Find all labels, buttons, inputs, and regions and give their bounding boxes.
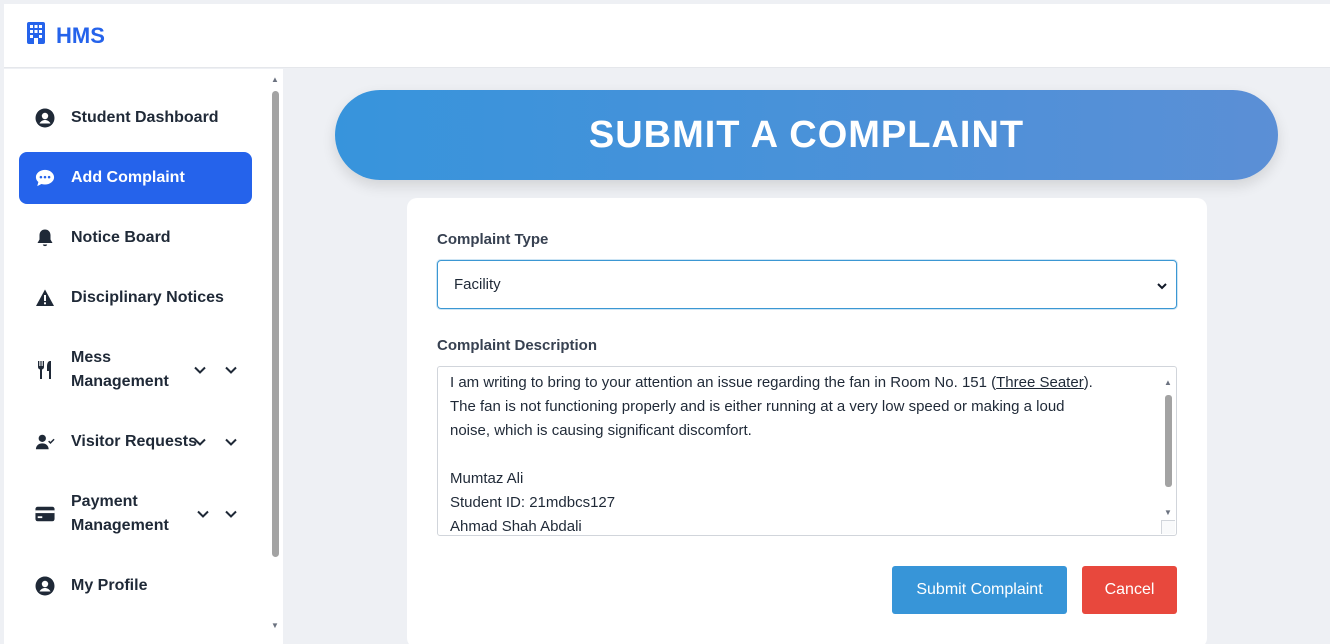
scroll-up-arrow[interactable]: ▲ [270,75,280,84]
page-title: SUBMIT A COMPLAINT [335,90,1278,180]
description-line: Ahmad Shah Abdali [450,518,582,535]
submit-complaint-button[interactable]: Submit Complaint [892,566,1067,614]
scroll-down-arrow[interactable]: ▼ [270,621,280,630]
complaint-description-label: Complaint Description [437,337,598,354]
complaint-type-select[interactable]: Facility [437,260,1177,309]
sidebar-item-my-profile[interactable]: My Profile [19,561,252,611]
chevron-down-icon[interactable] [193,363,207,377]
warning-triangle-icon [34,287,56,309]
description-line: Mumtaz Ali [450,470,524,487]
complaint-form: Complaint Type Facility Complaint Descri… [407,198,1207,644]
sidebar-item-visitor-requests[interactable]: Visitor Requests [19,417,252,467]
chevron-down-icon[interactable] [193,435,207,449]
description-line [450,443,1164,467]
sidebar: Student Dashboard Add Complaint Notice B… [4,69,283,644]
chevron-down-icon [1156,279,1168,291]
complaint-type-value: Facility [454,276,501,293]
description-line: I am writing to bring to your attention … [450,374,1093,391]
sidebar-item-add-complaint[interactable]: Add Complaint [19,152,252,204]
chevron-down-icon[interactable] [224,507,238,521]
credit-card-icon [34,503,56,525]
utensils-icon [34,359,56,381]
chevron-down-icon[interactable] [224,363,238,377]
sidebar-item-label: Notice Board [71,229,171,246]
user-circle-icon [34,107,56,129]
textarea-scroll-up[interactable]: ▲ [1163,371,1173,395]
brand[interactable]: HMS [26,21,105,51]
sidebar-item-disciplinary-notices[interactable]: Disciplinary Notices [19,273,252,323]
chevron-down-icon[interactable] [196,507,210,521]
user-check-icon [34,431,56,453]
sidebar-scrollbar[interactable] [272,91,279,557]
description-line: The fan is not functioning properly and … [450,398,1065,415]
sidebar-item-label: Mess Management [71,349,169,390]
bell-icon [34,227,56,249]
description-line: noise, which is causing significant disc… [450,422,752,439]
chevron-down-icon[interactable] [224,435,238,449]
sidebar-item-payment-management[interactable]: Payment Management [19,489,252,539]
complaint-type-label: Complaint Type [437,231,549,248]
description-line: Student ID: 21mdbcs127 [450,494,616,511]
textarea-scrollbar[interactable] [1165,395,1172,487]
cancel-button[interactable]: Cancel [1082,566,1177,614]
sidebar-item-notice-board[interactable]: Notice Board [19,213,252,263]
main-content: SUBMIT A COMPLAINT Complaint Type Facili… [283,69,1330,644]
sidebar-item-label: Add Complaint [71,169,185,186]
sidebar-item-label: Disciplinary Notices [71,289,224,306]
sidebar-item-student-dashboard[interactable]: Student Dashboard [19,93,252,143]
complaint-description-textarea[interactable]: I am writing to bring to your attention … [437,366,1177,536]
sidebar-item-label: Payment Management [71,493,169,534]
user-circle-icon [34,575,56,597]
building-icon [26,21,46,51]
sidebar-item-label: Visitor Requests [71,433,197,450]
brand-name: HMS [56,22,105,48]
sidebar-item-label: Student Dashboard [71,109,219,126]
sidebar-item-mess-management[interactable]: Mess Management [19,345,252,395]
chat-bubble-icon [34,167,56,189]
top-bar: HMS [4,4,1330,68]
resize-handle[interactable] [1161,520,1175,534]
sidebar-item-label: My Profile [71,577,148,594]
